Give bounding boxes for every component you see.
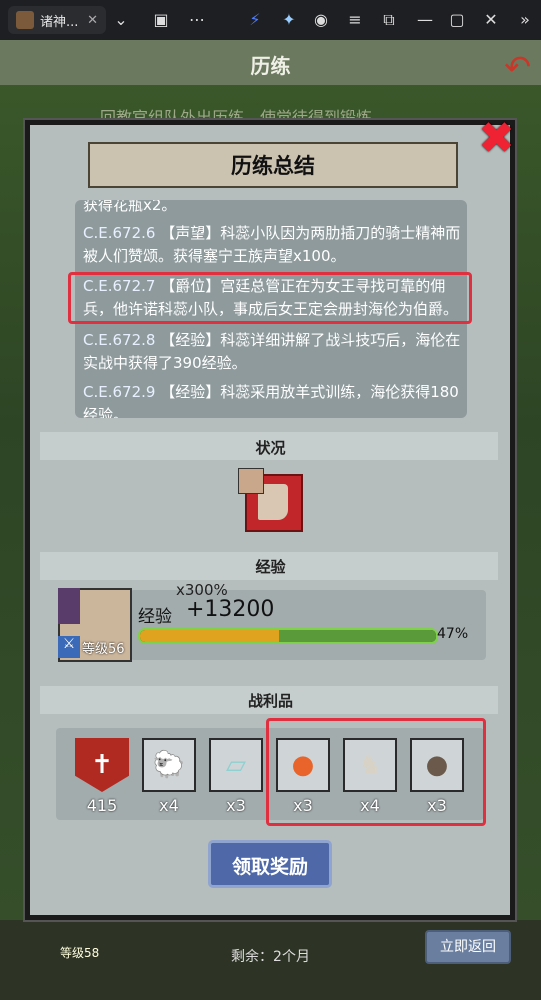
loot-count: 415 <box>86 796 118 815</box>
tab-close-icon[interactable]: ✕ <box>87 13 98 28</box>
minimize-icon[interactable]: — <box>414 10 436 30</box>
loot-item[interactable]: ▱ x3 <box>209 738 263 815</box>
menu-icon[interactable]: ≡ <box>344 10 366 30</box>
exp-label: 经验 <box>138 607 172 627</box>
account-icon[interactable]: ◉ <box>310 10 332 30</box>
crest-icon: ✝ <box>75 738 129 792</box>
exp-value: +13200 <box>186 597 275 622</box>
sword-class-icon: ⚔ <box>58 636 80 658</box>
claim-reward-button[interactable]: 领取奖励 <box>208 840 332 888</box>
back-arrow-icon[interactable]: ↶ <box>504 48 531 86</box>
exp-section-label: 经验 <box>255 558 286 576</box>
log-text: 获得花瓶x2。 <box>83 200 177 214</box>
browser-titlebar: 诸神... ✕ ⌄ ▣ ⋯ ⚡ ✦ ◉ ≡ ⧉ — ▢ ✕ » <box>0 0 541 40</box>
exp-progress-old <box>140 630 280 642</box>
log-date: C.E.672.6 <box>83 224 156 242</box>
exp-progress-new <box>279 630 436 642</box>
game-app-icon <box>16 11 34 29</box>
log-date: C.E.672.9 <box>83 383 156 401</box>
loot-item[interactable]: ✝ 415 <box>75 738 129 815</box>
tab-title: 诸神... <box>40 14 79 30</box>
log-entry: C.E.672.6 【声望】科蕊小队因为两肋插刀的骑士精神而被人们赞颂。获得塞宁… <box>83 222 463 268</box>
close-window-icon[interactable]: ✕ <box>480 10 502 30</box>
expand-icon[interactable]: » <box>514 10 536 30</box>
more-icon[interactable]: ⋯ <box>186 10 208 30</box>
loot-count: x4 <box>159 796 179 815</box>
maximize-icon[interactable]: ▢ <box>446 10 468 30</box>
level-text: 等级56 <box>82 642 125 657</box>
loot-count: x3 <box>226 796 246 815</box>
ai-icon[interactable]: ✦ <box>278 10 300 30</box>
cloth-icon: ▱ <box>209 738 263 792</box>
sheep-icon: 🐑 <box>142 738 196 792</box>
log-entry: C.E.672.9 【经验】科蕊采用放羊式训练，海伦获得180经验。 <box>83 381 463 418</box>
loot-label: 战利品 <box>247 692 293 710</box>
exp-percent: 47% <box>437 626 469 642</box>
status-label: 状况 <box>255 439 286 457</box>
portrait-icon <box>238 468 264 494</box>
log-date: C.E.672.8 <box>83 331 156 349</box>
screenshot-icon[interactable]: ▣ <box>150 10 172 30</box>
exp-progress-bar <box>138 628 438 644</box>
log-entry: 获得花瓶x2。 <box>83 200 463 217</box>
return-now-button[interactable]: 立即返回 <box>425 930 511 964</box>
loot-item[interactable]: 🐑 x4 <box>142 738 196 815</box>
lightning-icon[interactable]: ⚡ <box>244 10 266 30</box>
pip-icon[interactable]: ⧉ <box>378 10 400 30</box>
header-title: 历练 <box>250 54 291 78</box>
exp-box <box>130 590 486 660</box>
highlight-box <box>266 718 486 826</box>
browser-tab[interactable]: 诸神... ✕ <box>8 6 106 34</box>
close-icon[interactable]: ✖ <box>478 117 515 161</box>
panel-title: 历练总结 <box>88 142 458 188</box>
highlight-box <box>68 272 472 324</box>
rank-badge-icon <box>58 588 80 624</box>
chevron-down-icon[interactable]: ⌄ <box>110 10 132 30</box>
log-entry: C.E.672.8 【经验】科蕊详细讲解了战斗技巧后，海伦在实战中获得了390经… <box>83 329 463 375</box>
